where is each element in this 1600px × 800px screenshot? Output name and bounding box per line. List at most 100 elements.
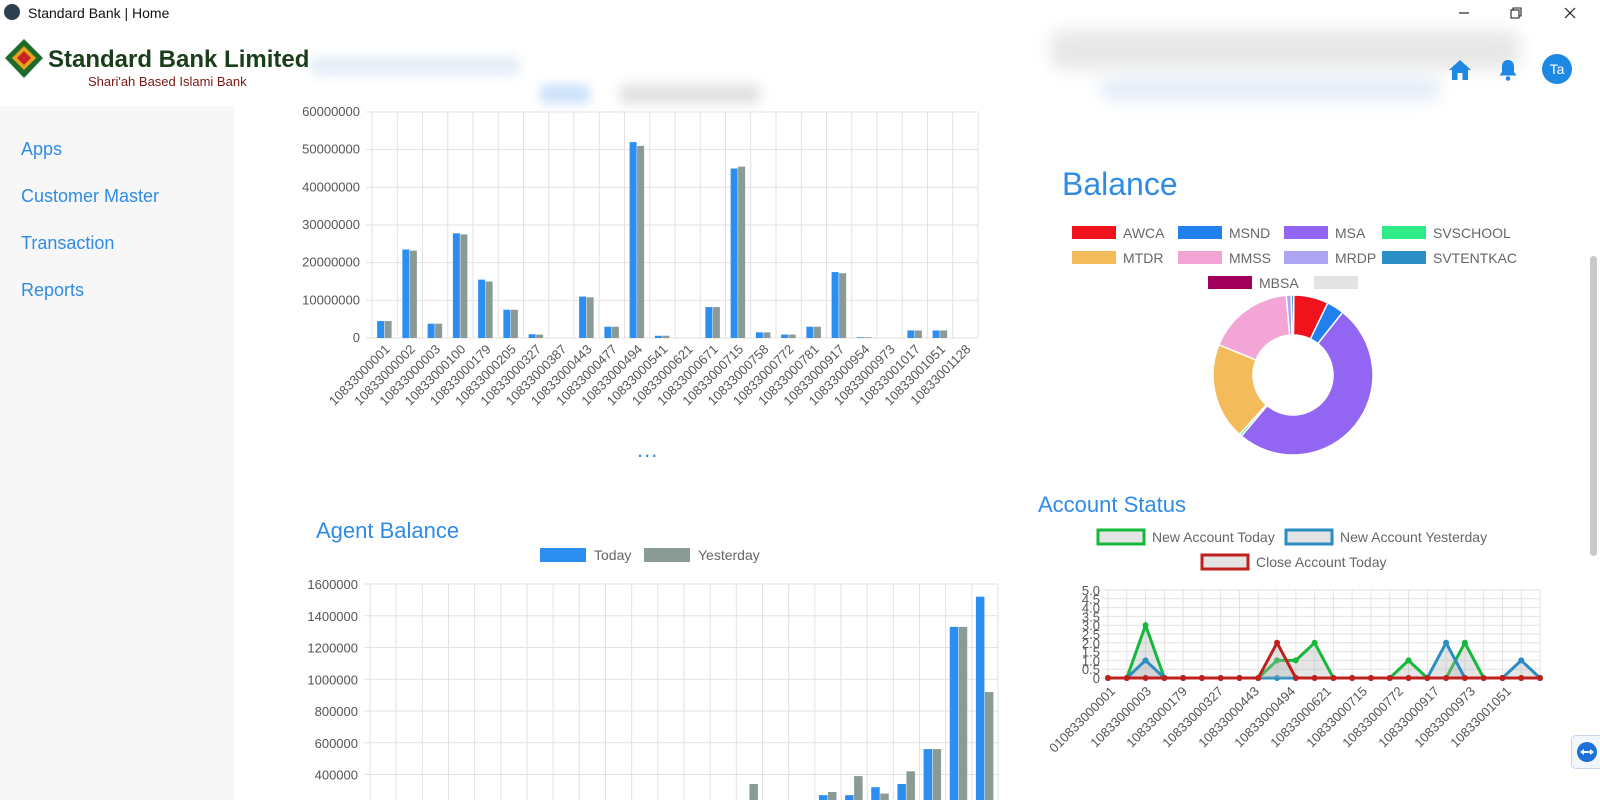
data-point [1349, 675, 1356, 681]
y-tick-label: 20000000 [302, 255, 360, 270]
close-icon [1564, 7, 1576, 19]
bar [856, 337, 864, 338]
blurred-region [310, 56, 520, 76]
legend-swatch [1096, 528, 1146, 546]
window-titlebar: Standard Bank | Home [0, 0, 1600, 26]
blurred-region [1100, 78, 1440, 100]
y-tick-label: 60000000 [302, 104, 360, 119]
y-tick-label: 30000000 [302, 217, 360, 232]
data-point [1142, 622, 1149, 629]
legend-swatch [1382, 226, 1426, 239]
y-tick-label: 600000 [315, 736, 358, 751]
sidebar-item-apps[interactable]: Apps [21, 139, 62, 160]
bar [427, 323, 435, 338]
legend-label: Today [594, 548, 631, 563]
minimize-button[interactable] [1438, 0, 1490, 26]
remote-support-widget[interactable] [1571, 735, 1600, 769]
legend-label: Yesterday [698, 548, 760, 563]
bar [932, 749, 942, 800]
sidebar-item-transaction[interactable]: Transaction [21, 233, 114, 254]
y-tick-label: 1200000 [307, 641, 358, 656]
legend-swatch [1178, 226, 1222, 239]
brand-name: Standard Bank Limited [48, 46, 310, 73]
y-tick-label: 50000000 [302, 142, 360, 157]
bar [611, 326, 619, 338]
bar [435, 323, 443, 338]
window-title: Standard Bank | Home [28, 5, 170, 21]
sidebar-item-customer-master[interactable]: Customer Master [21, 186, 159, 207]
legend-label: Close Account Today [1256, 554, 1387, 570]
bar [604, 326, 612, 338]
y-tick-label: 5.0 [1082, 583, 1100, 598]
legend-swatch [1284, 226, 1328, 239]
data-point [1311, 675, 1318, 681]
data-point [1405, 675, 1412, 681]
home-button[interactable] [1446, 56, 1474, 84]
data-point [1292, 657, 1299, 664]
bar [975, 596, 985, 800]
balance-doughnut-chart: AWCA MSND MSA SVSCHOOL MTDR MMSS MRDP SVTENTKAC… [1072, 225, 1517, 456]
data-point [1405, 657, 1412, 664]
bar [958, 626, 968, 800]
bar [409, 250, 417, 338]
agent-balance-bar-chart: TodayYesterday20000040000060000080000010… [307, 548, 999, 800]
user-avatar[interactable]: Ta [1542, 54, 1572, 84]
bank-emblem-icon [5, 39, 43, 78]
bar [788, 334, 796, 338]
legend-label: New Account Yesterday [1340, 529, 1487, 545]
data-point [1311, 639, 1318, 646]
legend-swatch [1200, 553, 1250, 571]
balance-title: Balance [1062, 166, 1178, 202]
legend-label: MSA [1335, 225, 1366, 241]
bar [478, 279, 486, 338]
restore-button[interactable] [1490, 0, 1542, 26]
agent-balance-title: Agent Balance [316, 518, 460, 543]
bar [536, 334, 544, 338]
pie-slice [1290, 294, 1295, 336]
bar [914, 330, 922, 338]
y-tick-label: 1400000 [307, 609, 358, 624]
account-status-title: Account Status [1038, 492, 1186, 517]
bar [880, 793, 889, 800]
bar [384, 321, 392, 338]
data-point [1161, 675, 1168, 681]
y-tick-label: 1000000 [307, 672, 358, 687]
bar [485, 281, 493, 338]
bar [510, 309, 518, 338]
legend-swatch [1072, 226, 1116, 239]
bank-logo[interactable]: Standard Bank Limited Shari'ah Based Isl… [4, 36, 314, 100]
data-point [1198, 675, 1205, 681]
data-point [1480, 675, 1487, 681]
legend-label: SVSCHOOL [1433, 225, 1511, 241]
bar [749, 784, 758, 800]
account-status-line-chart: New Account Today New Account Yesterday Cl… [1046, 528, 1543, 755]
app-logo-icon [4, 4, 20, 20]
close-button[interactable] [1544, 0, 1596, 26]
data-point [1217, 675, 1224, 681]
data-point [1105, 675, 1111, 681]
data-point [1518, 657, 1525, 664]
remote-connect-icon [1576, 742, 1597, 762]
legend-swatch [540, 548, 586, 562]
more-indicator[interactable]: ... [637, 437, 658, 463]
bar [637, 145, 645, 338]
bar [806, 326, 814, 338]
legend-swatch [1178, 251, 1222, 264]
app-header: Standard Bank Limited Shari'ah Based Isl… [0, 26, 1600, 106]
data-point [1367, 675, 1374, 681]
y-tick-label: 40000000 [302, 179, 360, 194]
bar [460, 234, 468, 338]
notifications-button[interactable] [1494, 56, 1522, 84]
bar [712, 307, 720, 338]
data-point [1330, 675, 1337, 681]
bar [854, 776, 863, 800]
bar [781, 334, 789, 338]
bar [629, 142, 637, 338]
sidebar-item-reports[interactable]: Reports [21, 280, 84, 301]
vertical-scrollbar[interactable] [1590, 256, 1597, 556]
legend-swatch [1284, 251, 1328, 264]
bar [827, 791, 837, 800]
y-tick-label: 400000 [315, 768, 358, 783]
legend-label: MBSA [1259, 275, 1299, 291]
bar [907, 330, 915, 338]
